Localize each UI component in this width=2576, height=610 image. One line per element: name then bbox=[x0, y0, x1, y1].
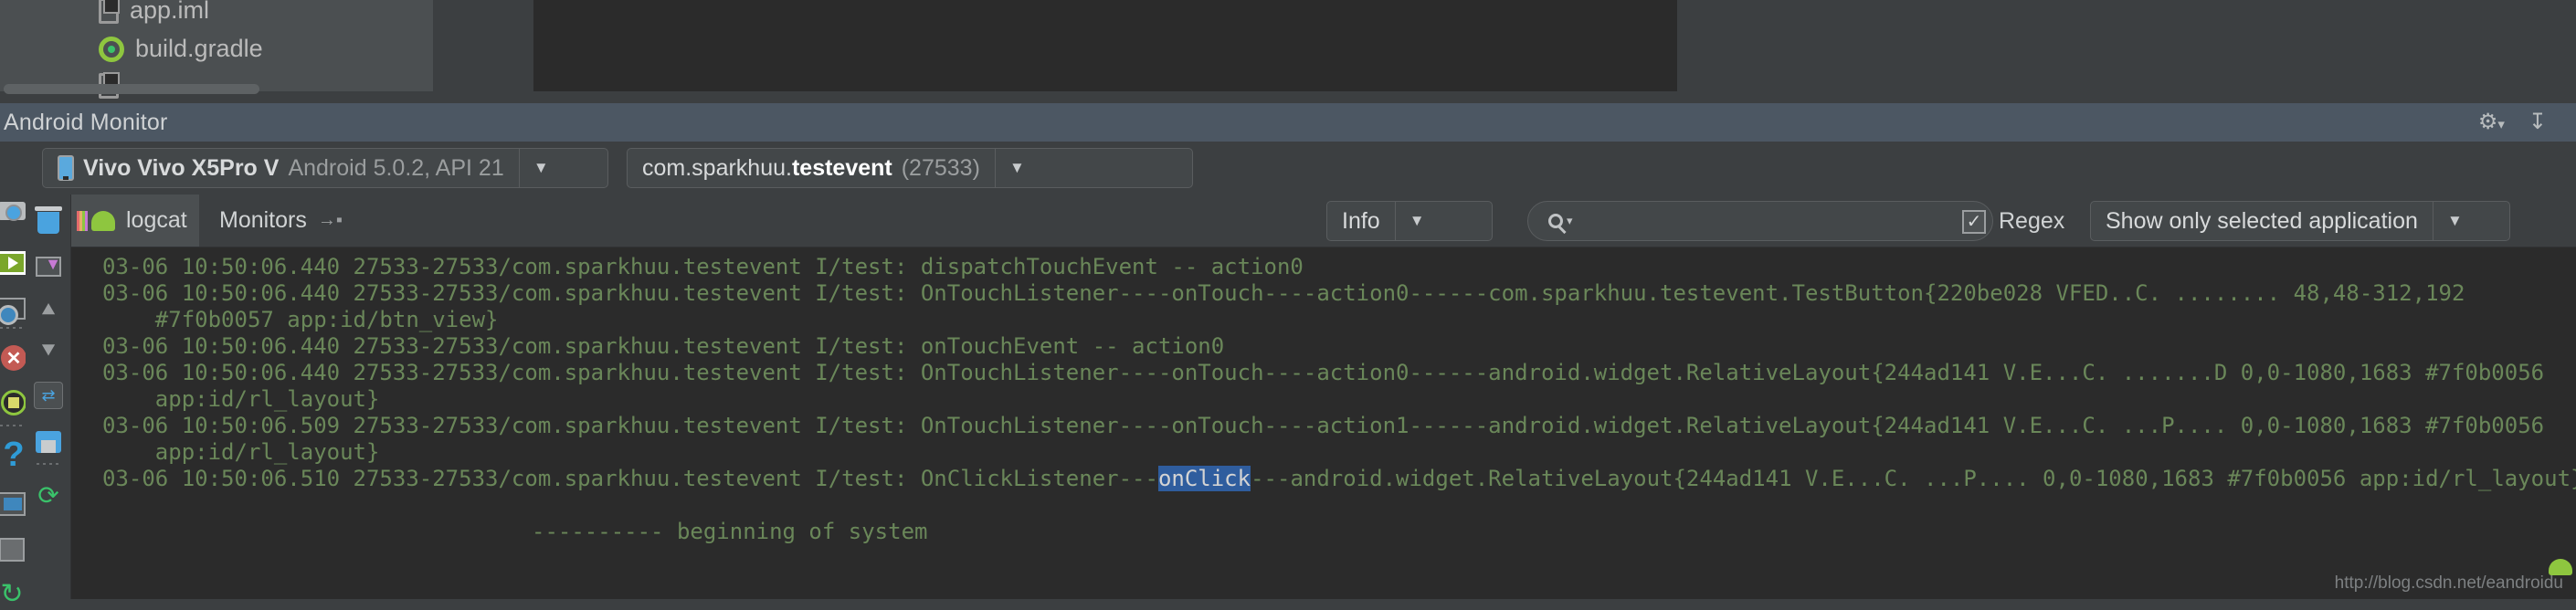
log-text: #7f0b0057 app:id/btn_view} bbox=[102, 307, 498, 332]
log-text: 03-06 10:50:06.440 27533-27533/com.spark… bbox=[102, 254, 1304, 279]
heap-dump-icon[interactable] bbox=[0, 534, 27, 565]
selected-log-text: onClick bbox=[1158, 466, 1251, 491]
titlebar-actions: ⚙▾ ↧ bbox=[2478, 111, 2547, 133]
filter-scope-text: Show only selected application bbox=[2091, 208, 2433, 235]
log-line[interactable]: ---------- beginning of system bbox=[102, 519, 2576, 545]
print-icon[interactable] bbox=[33, 426, 64, 458]
tree-item-app-iml[interactable]: app.iml bbox=[99, 0, 209, 25]
process-selector-text: com.sparkhuu.testevent (27533) bbox=[628, 155, 995, 182]
scroll-down-icon[interactable]: ⯆ bbox=[33, 336, 64, 367]
log-text: ---android.widget.RelativeLayout{244ad14… bbox=[1251, 466, 2576, 491]
layout-inspector-icon[interactable] bbox=[0, 293, 27, 324]
filter-scope-value: Show only selected application bbox=[2106, 208, 2418, 235]
tab-logcat-label: logcat bbox=[126, 207, 187, 234]
log-line[interactable]: 03-06 10:50:06.440 27533-27533/com.spark… bbox=[102, 280, 2576, 307]
phone-icon bbox=[58, 155, 74, 181]
log-line[interactable]: app:id/rl_layout} bbox=[102, 386, 2576, 413]
export-icon[interactable] bbox=[33, 251, 64, 282]
process-pid: (27533) bbox=[902, 155, 980, 182]
editor-gutter bbox=[433, 0, 533, 91]
filter-scope-dropdown-arrow[interactable]: ▼ bbox=[2433, 202, 2476, 240]
editor-remnant-strip: app.iml build.gradle bbox=[0, 0, 2576, 108]
restart-icon[interactable]: ⟳ bbox=[33, 479, 64, 510]
log-line[interactable]: #7f0b0057 app:id/btn_view} bbox=[102, 307, 2576, 333]
device-name: Vivo Vivo X5Pro V bbox=[83, 155, 279, 182]
editor-vertical-scrollbar[interactable] bbox=[1677, 0, 1690, 91]
watermark-text: http://blog.csdn.net/eandroidu bbox=[2335, 573, 2563, 594]
tree-item-label: build.gradle bbox=[135, 35, 263, 63]
log-line[interactable]: 03-06 10:50:06.509 27533-27533/com.spark… bbox=[102, 413, 2576, 439]
gear-icon[interactable]: ⚙▾ bbox=[2478, 111, 2505, 133]
log-text: 03-06 10:50:06.509 27533-27533/com.spark… bbox=[102, 413, 2544, 438]
tab-logcat[interactable]: logcat bbox=[71, 195, 207, 247]
code-editor-area[interactable] bbox=[533, 0, 1690, 91]
tree-item-build-gradle[interactable]: build.gradle bbox=[99, 35, 263, 63]
process-selector[interactable]: com.sparkhuu.testevent (27533) ▼ bbox=[627, 148, 1193, 188]
process-dropdown-arrow[interactable]: ▼ bbox=[995, 149, 1039, 187]
search-icon bbox=[1548, 214, 1563, 228]
log-line[interactable]: 03-06 10:50:06.440 27533-27533/com.spark… bbox=[102, 360, 2576, 386]
log-text: app:id/rl_layout} bbox=[102, 439, 379, 465]
gradle-icon bbox=[99, 37, 124, 62]
tab-monitors-label: Monitors bbox=[219, 207, 307, 234]
log-text: 03-06 10:50:06.440 27533-27533/com.spark… bbox=[102, 360, 2544, 385]
log-line[interactable]: app:id/rl_layout} bbox=[102, 439, 2576, 466]
screenshot-icon[interactable] bbox=[0, 195, 27, 226]
log-text: 03-06 10:50:06.510 27533-27533/com.spark… bbox=[102, 466, 1158, 491]
log-line[interactable] bbox=[102, 492, 2576, 519]
search-history-caret[interactable]: ▾ bbox=[1567, 214, 1573, 228]
regex-label: Regex bbox=[1999, 208, 2064, 235]
process-package-name: testevent bbox=[792, 155, 892, 181]
tree-item-label: app.iml bbox=[130, 0, 209, 25]
screen-record-icon[interactable] bbox=[0, 247, 27, 279]
device-process-selector-row: Vivo Vivo X5Pro V Android 5.0.2, API 21 … bbox=[0, 142, 2576, 195]
android-mascot-icon bbox=[2549, 559, 2576, 586]
rail-separator bbox=[0, 425, 22, 426]
regex-checkbox[interactable]: ✓ bbox=[1962, 210, 1986, 234]
android-monitor-titlebar: Android Monitor ⚙▾ ↧ bbox=[0, 103, 2576, 142]
logcat-tools-rail: ⯅ ⯆ ⇄ ⟳ bbox=[26, 195, 71, 599]
initiate-gc-icon[interactable]: ↻ bbox=[0, 578, 27, 609]
device-dropdown-arrow[interactable]: ▼ bbox=[519, 149, 563, 187]
regex-toggle[interactable]: ✓ Regex bbox=[1962, 208, 2064, 235]
tab-monitors[interactable]: Monitors →▪ bbox=[199, 195, 363, 247]
rail-separator bbox=[0, 327, 22, 329]
log-line[interactable]: 03-06 10:50:06.440 27533-27533/com.spark… bbox=[102, 333, 2576, 360]
process-package-prefix: com.sparkhuu. bbox=[642, 155, 792, 181]
detach-icon[interactable]: →▪ bbox=[318, 210, 343, 231]
editor-right-filler bbox=[1690, 0, 2576, 91]
monitor-tools-rail: ✕ ? ↻ bbox=[0, 195, 26, 599]
log-level-dropdown-arrow[interactable]: ▼ bbox=[1395, 202, 1439, 240]
log-text: 03-06 10:50:06.440 27533-27533/com.spark… bbox=[102, 280, 2465, 306]
log-line[interactable]: 03-06 10:50:06.510 27533-27533/com.spark… bbox=[102, 466, 2576, 492]
device-selector-text: Vivo Vivo X5Pro V Android 5.0.2, API 21 bbox=[43, 155, 519, 182]
rail-separator bbox=[37, 463, 58, 465]
panel-title: Android Monitor bbox=[4, 110, 167, 136]
project-tree-panel[interactable]: app.iml build.gradle bbox=[0, 0, 433, 91]
log-level-value: Info bbox=[1342, 208, 1380, 235]
file-icon bbox=[99, 0, 119, 24]
log-line[interactable]: 03-06 10:50:06.440 27533-27533/com.spark… bbox=[102, 254, 2576, 280]
log-text: 03-06 10:50:06.440 27533-27533/com.spark… bbox=[102, 333, 1224, 359]
search-input[interactable]: ▾ bbox=[1527, 201, 1993, 241]
tree-horizontal-scrollbar[interactable] bbox=[4, 84, 259, 94]
minimize-icon[interactable]: ↧ bbox=[2528, 111, 2547, 133]
scroll-up-icon[interactable]: ⯅ bbox=[33, 295, 64, 326]
android-logcat-icon bbox=[91, 211, 115, 231]
log-level-selector[interactable]: Info ▼ bbox=[1326, 201, 1493, 241]
log-text: ---------- beginning of system bbox=[532, 519, 927, 544]
clear-logcat-icon[interactable] bbox=[33, 207, 64, 238]
log-level-text: Info bbox=[1327, 208, 1395, 235]
scroll-to-end-icon[interactable]: ⇄ bbox=[33, 380, 64, 411]
logcat-output[interactable]: 03-06 10:50:06.440 27533-27533/com.spark… bbox=[71, 247, 2576, 599]
snapshot-icon[interactable] bbox=[0, 489, 27, 520]
device-selector[interactable]: Vivo Vivo X5Pro V Android 5.0.2, API 21 … bbox=[42, 148, 608, 188]
device-meta: Android 5.0.2, API 21 bbox=[288, 155, 503, 182]
log-text: app:id/rl_layout} bbox=[102, 386, 379, 412]
filter-scope-selector[interactable]: Show only selected application ▼ bbox=[2090, 201, 2510, 241]
